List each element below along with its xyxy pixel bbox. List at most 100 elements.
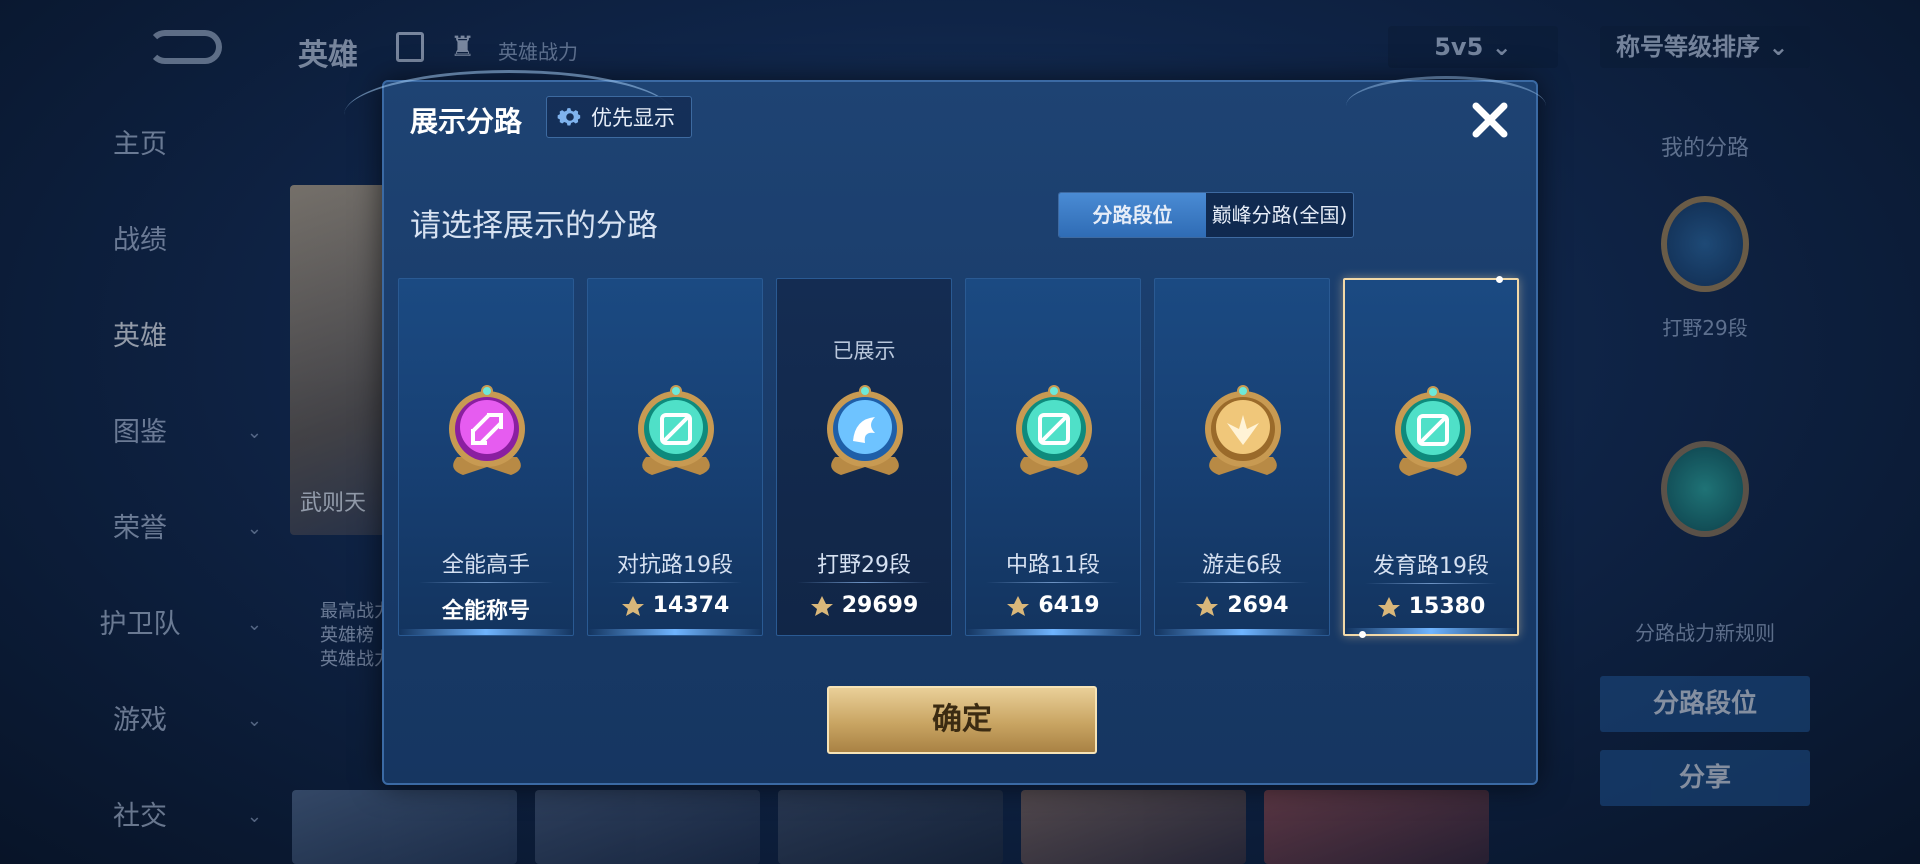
toggle-lane-rank[interactable]: 分路段位 [1059, 193, 1206, 237]
hero-thumb[interactable] [535, 790, 760, 864]
priority-display-label: 优先显示 [591, 106, 675, 130]
page-title: 英雄 [298, 38, 358, 73]
dialog-title: 展示分路 [410, 105, 523, 138]
lane-power: 全能称号 [399, 593, 573, 625]
card-glow [1155, 629, 1329, 635]
lane-emblem-icon [815, 379, 915, 479]
sidebar-item[interactable]: 主页 [0, 110, 280, 206]
lane-rank-button[interactable]: 分路段位 [1600, 676, 1810, 732]
sidebar-item[interactable]: 荣誉 ⌄ [0, 494, 280, 590]
lane-emblem-icon [1193, 379, 1293, 479]
chevron-down-icon: ⌄ [246, 710, 262, 731]
hero-power-icon[interactable]: ♜ [450, 30, 475, 63]
hero-card-name: 武则天 [300, 491, 367, 516]
divider [1175, 582, 1309, 583]
lane-power-value: 14374 [652, 593, 730, 618]
chevron-down-icon: ⌄ [1491, 33, 1512, 61]
lane-mode-toggle: 分路段位 巅峰分路(全国) [1058, 192, 1354, 238]
sidebar-item-label: 社交 [113, 801, 167, 832]
sidebar-item-label: 图鉴 [113, 417, 167, 448]
sidebar: 主页战绩 英雄图鉴 ⌄ 荣誉 ⌄ 护卫队 ⌄ 游戏 ⌄ 社交 ⌄ [0, 110, 280, 864]
lane-card[interactable]: 全能高手 全能称号 [398, 278, 574, 636]
corner-dot [1496, 276, 1503, 283]
power-icon [1377, 596, 1400, 617]
lane-power: 2694 [1155, 593, 1329, 618]
lane-card[interactable]: 对抗路19段 14374 [587, 278, 763, 636]
hero-thumb[interactable] [1021, 790, 1246, 864]
back-icon[interactable] [148, 30, 222, 64]
lane-card[interactable]: 发育路19段 15380 [1343, 276, 1519, 638]
lane-name: 游走6段 [1202, 553, 1282, 578]
sort-select-value: 称号等级排序 [1616, 33, 1760, 61]
divider [1365, 583, 1497, 584]
toggle-peak-lane[interactable]: 巅峰分路(全国) [1206, 193, 1353, 237]
hero-thumb[interactable] [1264, 790, 1489, 864]
chevron-down-icon: ⌄ [246, 614, 262, 635]
confirm-button[interactable]: 确定 [827, 686, 1097, 754]
lane-power: 15380 [1345, 594, 1517, 619]
shown-label: 已展示 [832, 339, 896, 363]
sidebar-item-label: 游戏 [113, 705, 167, 736]
card-glow [399, 629, 573, 635]
game-screen: 英雄 ♜ 英雄战力 5v5 ⌄ 称号等级排序 ⌄ 主页 战绩 英雄 图鉴 ⌄ 荣誉 ⌄ 护卫队… [0, 0, 1920, 864]
my-lane-title: 我的分路 [1660, 136, 1749, 161]
priority-display-button[interactable]: 优先显示 [546, 96, 692, 138]
cloud-decoration [1346, 76, 1546, 136]
power-icon [1196, 595, 1219, 616]
sidebar-item-label: 荣誉 [113, 513, 167, 544]
close-icon[interactable] [1468, 98, 1512, 142]
lane-power: 29699 [777, 593, 951, 618]
hero-thumb[interactable] [292, 790, 517, 864]
card-glow [588, 629, 762, 635]
lane-name: 打野29段 [817, 553, 911, 578]
divider [797, 582, 931, 583]
sidebar-item[interactable]: 战绩 [0, 206, 280, 302]
sort-select[interactable]: 称号等级排序 ⌄ [1600, 26, 1810, 68]
lane-power: 6419 [966, 593, 1140, 618]
chevron-down-icon: ⌄ [246, 422, 262, 443]
lane-card[interactable]: 已展示打野29段 29699 [776, 278, 952, 636]
my-lane-badge-label: 打野29段 [1662, 316, 1748, 340]
lane-card-list: 全能高手 全能称号 对抗路19段 14374 已展示打野29段 29699 中路11段 641… [398, 276, 1519, 638]
sidebar-item[interactable]: 护卫队 ⌄ [0, 590, 280, 686]
power-icon [810, 595, 833, 616]
lane-power-value: 15380 [1408, 594, 1486, 619]
hero-thumb[interactable] [778, 790, 1003, 864]
lane-power-value: 2694 [1227, 593, 1289, 618]
lane-emblem-icon [437, 379, 537, 479]
lane-power: 14374 [588, 593, 762, 618]
sidebar-item-label: 主页 [113, 129, 167, 160]
sidebar-item[interactable]: 英雄 [0, 302, 280, 398]
sidebar-item-label: 护卫队 [99, 609, 181, 640]
lane-card[interactable]: 游走6段 2694 [1154, 278, 1330, 636]
list-icon[interactable] [396, 32, 424, 62]
jungle-badge-icon [1661, 196, 1749, 292]
lane-rule-link[interactable]: 分路战力新规则 [1600, 617, 1810, 646]
corner-dot [1359, 631, 1366, 638]
sidebar-item[interactable]: 图鉴 ⌄ [0, 398, 280, 494]
share-button[interactable]: 分享 [1600, 750, 1810, 806]
divider [986, 582, 1120, 583]
gear-icon [557, 108, 581, 126]
dialog-subtitle: 请选择展示的分路 [410, 208, 658, 244]
lane-name: 发育路19段 [1373, 554, 1489, 579]
chevron-down-icon: ⌄ [246, 518, 262, 539]
lane-power-value: 6419 [1038, 593, 1100, 618]
lane-display-dialog: 展示分路 优先显示 请选择展示的分路 分路段位 巅峰分路(全国) 全能高手 全能称… [344, 70, 1546, 785]
divider [608, 582, 742, 583]
sidebar-item[interactable]: 社交 ⌄ [0, 782, 280, 864]
mode-select-value: 5v5 [1434, 33, 1484, 61]
sidebar-item[interactable]: 游戏 ⌄ [0, 686, 280, 782]
mode-select[interactable]: 5v5 ⌄ [1388, 26, 1558, 68]
lane-emblem-icon [1004, 379, 1104, 479]
card-glow [1345, 628, 1517, 634]
chevron-down-icon: ⌄ [246, 806, 262, 827]
lane-emblem-icon [1383, 380, 1483, 480]
adc-badge-icon [1661, 441, 1749, 537]
lane-emblem-icon [626, 379, 726, 479]
hero-power-label[interactable]: 英雄战力 [498, 36, 578, 65]
lane-name: 中路11段 [1006, 553, 1100, 578]
chevron-down-icon: ⌄ [1768, 33, 1789, 61]
lane-card[interactable]: 中路11段 6419 [965, 278, 1141, 636]
power-icon [621, 595, 644, 616]
